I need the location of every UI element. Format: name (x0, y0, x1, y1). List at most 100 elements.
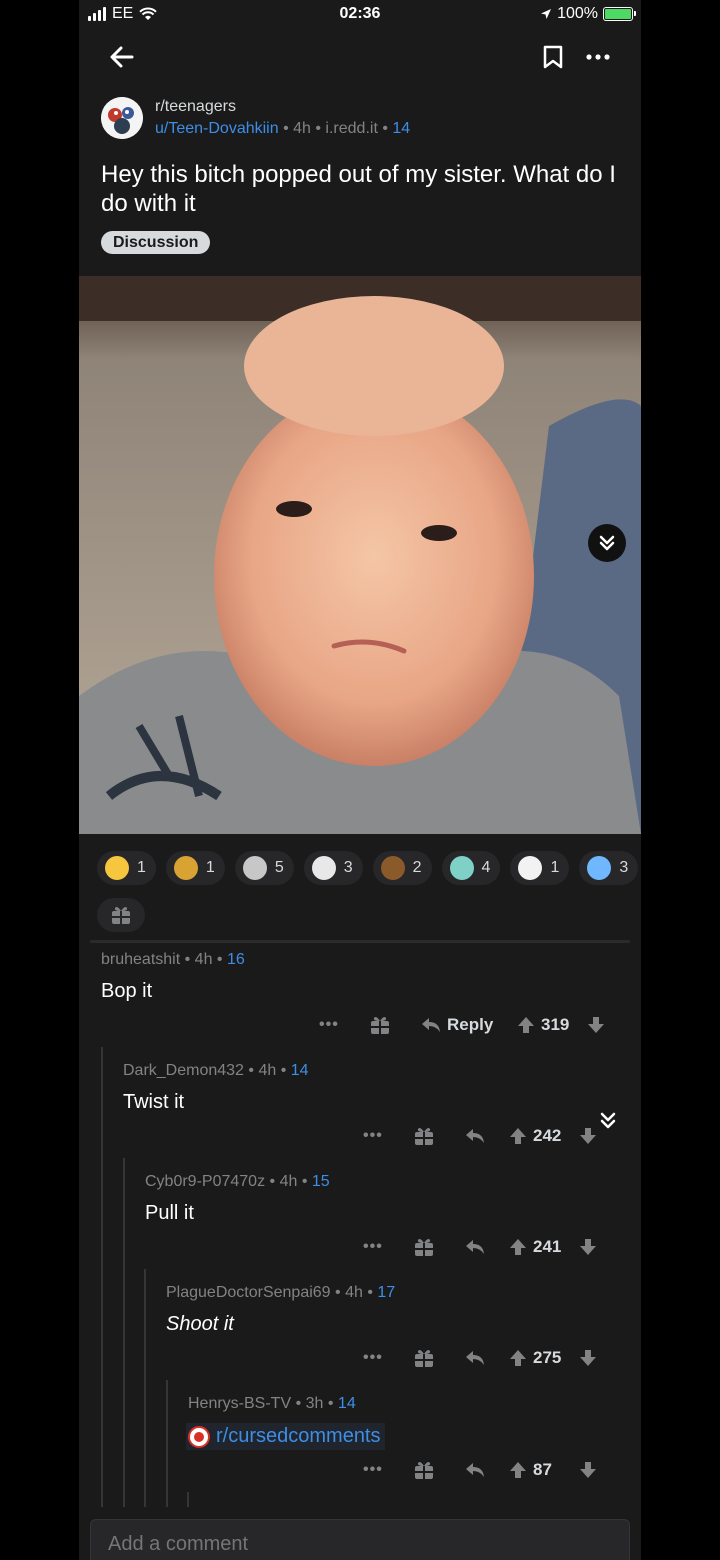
upvote-arrow-icon[interactable] (517, 1016, 535, 1034)
comment-body: Shoot it (166, 1313, 234, 1335)
clap-award-icon (242, 856, 267, 880)
post-domain[interactable]: i.redd.it (325, 120, 377, 137)
chevrons-down-icon (599, 535, 615, 551)
award-pill[interactable]: 1 (510, 851, 570, 885)
comment-author[interactable]: Dark_Demon432 (123, 1062, 244, 1079)
award-count: 2 (412, 859, 422, 876)
comment-award-button[interactable] (413, 1237, 465, 1257)
poop-award-icon (380, 856, 405, 880)
comment-body-link[interactable]: r/cursedcomments (216, 1425, 381, 1448)
comment-author[interactable]: bruheatshit (101, 951, 180, 968)
bubble-award-icon (311, 856, 336, 880)
award-count: 5 (274, 859, 284, 876)
comment-meta: Henrys-BS-TV • 3h • 14 (188, 1395, 356, 1412)
reply-button[interactable]: Reply (421, 1015, 517, 1035)
comment-flair: 16 (226, 951, 245, 968)
comment-flair: 14 (290, 1062, 309, 1079)
reply-button[interactable] (465, 1462, 509, 1478)
award-count: 1 (137, 859, 146, 876)
comment-award-button[interactable] (369, 1015, 421, 1035)
post-flair-badge[interactable]: Discussion (101, 231, 211, 254)
add-comment-input[interactable] (90, 1519, 630, 1560)
reply-arrow-icon (422, 1018, 440, 1032)
comment-meta: bruheatshit • 4h • 16 (101, 951, 245, 968)
award-pill[interactable]: 3 (303, 851, 363, 885)
post-author[interactable]: u/Teen-Dovahkiin (155, 120, 279, 137)
collapse-thread-button[interactable] (595, 1108, 621, 1134)
vote-controls: 242 (509, 1126, 597, 1146)
comment-more-button[interactable]: ••• (363, 1238, 413, 1256)
expand-media-button[interactable] (588, 524, 626, 562)
post-image[interactable] (79, 276, 641, 834)
comment-author[interactable]: PlagueDoctorSenpai69 (166, 1284, 331, 1301)
subreddit-name[interactable]: r/teenagers (155, 98, 236, 116)
comment-body: Pull it (145, 1202, 194, 1224)
award-pill[interactable]: 1 (165, 851, 225, 885)
thread-line (187, 1492, 189, 1507)
award-pill[interactable]: 4 (441, 851, 501, 885)
comment-age: 3h (305, 1395, 324, 1412)
lion-award-icon (173, 856, 198, 880)
vote-controls: 319 (517, 1015, 605, 1035)
comment-actions: ••• 87 (363, 1456, 597, 1484)
comment-score: 319 (541, 1015, 570, 1034)
reply-arrow-icon (466, 1129, 484, 1143)
comment-meta: PlagueDoctorSenpai69 • 4h • 17 (166, 1284, 396, 1301)
reddit-post-screen: EE 02:36 100% r/teenagers u/Teen-Dovahki… (79, 0, 641, 1560)
upvote-arrow-icon[interactable] (509, 1238, 527, 1256)
reply-button[interactable] (465, 1128, 509, 1144)
battery-percent: 100% (557, 5, 598, 22)
comment-score: 275 (533, 1348, 562, 1367)
comment-actions: ••• 242 (363, 1122, 597, 1150)
give-award-button[interactable] (97, 898, 145, 932)
reply-arrow-icon (466, 1240, 484, 1254)
snoo-award-icon (518, 856, 543, 880)
comment-age: 4h (194, 951, 213, 968)
comment-author[interactable]: Henrys-BS-TV (188, 1395, 291, 1412)
award-count: 3 (343, 859, 353, 876)
upvote-arrow-icon[interactable] (509, 1127, 527, 1145)
comment-more-button[interactable]: ••• (363, 1349, 413, 1367)
post-title: Hey this bitch popped out of my sister. … (101, 161, 616, 217)
comment-age: 4h (279, 1173, 298, 1190)
comments-divider (90, 940, 630, 943)
comment-award-button[interactable] (413, 1460, 465, 1480)
comment-more-button[interactable]: ••• (319, 1016, 369, 1034)
status-bar: EE 02:36 100% (79, 0, 641, 30)
comment-more-button[interactable]: ••• (363, 1127, 413, 1145)
gift-icon (415, 1462, 433, 1479)
cry-award-icon (587, 856, 612, 880)
reply-arrow-icon (466, 1463, 484, 1477)
reply-button[interactable] (465, 1239, 509, 1255)
comment-award-button[interactable] (413, 1126, 465, 1146)
subreddit-link[interactable]: r/cursedcomments (186, 1423, 385, 1450)
comment-flair: 17 (377, 1284, 396, 1301)
comment-more-button[interactable]: ••• (363, 1461, 413, 1479)
subreddit-avatar[interactable] (101, 97, 143, 139)
award-pill[interactable]: 5 (234, 851, 294, 885)
chevrons-down-icon (600, 1112, 616, 1129)
back-arrow-icon (110, 46, 134, 68)
award-pill[interactable]: 1 (97, 851, 156, 885)
vote-controls: 87 (509, 1460, 597, 1480)
award-pill[interactable]: 3 (579, 851, 639, 885)
upvote-arrow-icon[interactable] (509, 1349, 527, 1367)
comment-age: 4h (258, 1062, 277, 1079)
comment-author[interactable]: Cyb0r9-P07470z (145, 1173, 265, 1190)
downvote-arrow-icon[interactable] (579, 1349, 597, 1367)
downvote-arrow-icon[interactable] (579, 1238, 597, 1256)
save-button[interactable] (541, 44, 565, 70)
comment-flair: 14 (337, 1395, 356, 1412)
award-count: 3 (619, 859, 629, 876)
downvote-arrow-icon[interactable] (587, 1016, 605, 1034)
thread-line (101, 1047, 103, 1507)
award-pill[interactable]: 2 (372, 851, 432, 885)
award-count: 4 (481, 859, 491, 876)
comment-award-button[interactable] (413, 1348, 465, 1368)
back-button[interactable] (107, 42, 137, 72)
upvote-arrow-icon[interactable] (509, 1461, 527, 1479)
comment-score: 242 (533, 1126, 562, 1145)
reply-button[interactable] (465, 1350, 509, 1366)
more-options-button[interactable] (584, 44, 612, 70)
downvote-arrow-icon[interactable] (579, 1461, 597, 1479)
